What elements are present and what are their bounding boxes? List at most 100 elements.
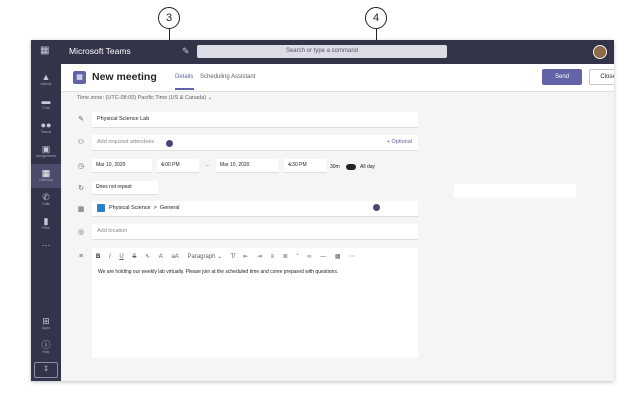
- underline-button[interactable]: U: [119, 254, 123, 260]
- bell-icon: ▲: [41, 72, 51, 82]
- add-people-icon: ⚇: [77, 139, 85, 146]
- rail-item-chat[interactable]: ▬ Chat: [31, 92, 61, 116]
- all-day-toggle[interactable]: [346, 164, 356, 170]
- calendar-icon: ▦: [41, 168, 51, 178]
- meeting-details-text: We are holding our weekly lab virtually.…: [98, 269, 339, 275]
- rail-label: Calendar: [38, 178, 54, 182]
- repeat-dropdown[interactable]: Does not repeat ⌄: [92, 181, 158, 195]
- title-field[interactable]: Physical Science Lab: [92, 112, 418, 128]
- timezone-selector[interactable]: Time zone: (UTC-08:00) Pacific Time (US …: [77, 95, 212, 101]
- location-icon: ◎: [77, 229, 85, 236]
- channel-icon: ▦: [77, 206, 85, 213]
- rail-item-apps[interactable]: ⊞ Apps: [31, 312, 61, 336]
- location-field[interactable]: Add location: [92, 224, 418, 240]
- arrow-right-icon: →: [204, 162, 210, 168]
- app-title: Microsoft Teams: [69, 46, 131, 56]
- strikethrough-button[interactable]: S: [132, 254, 136, 260]
- tab-details[interactable]: Details: [175, 74, 193, 80]
- chevron-down-icon: ⌄: [96, 184, 101, 190]
- paragraph-label: Paragraph: [187, 254, 216, 260]
- title-bar: ▦ Microsoft Teams ✎ Search or type a com…: [31, 40, 614, 64]
- attendees-placeholder: Add required attendees: [97, 139, 155, 145]
- rail-label: Teams: [40, 130, 52, 134]
- divider-icon[interactable]: —: [320, 254, 326, 260]
- clock-icon: ◷: [77, 163, 85, 170]
- schedule-preview: [454, 184, 576, 198]
- bold-button[interactable]: B: [96, 254, 100, 260]
- rail-item-teams[interactable]: ●● Teams: [31, 116, 61, 140]
- end-date-value: Mar 10, 2020: [220, 162, 250, 168]
- font-size-icon[interactable]: aA: [171, 254, 178, 260]
- paragraph-dropdown[interactable]: Paragraph ⌄: [187, 253, 222, 260]
- download-icon: ↧: [43, 366, 49, 373]
- file-icon: ▮: [43, 216, 49, 226]
- indent-icon[interactable]: ⇥: [257, 253, 262, 260]
- page-title: New meeting: [92, 71, 157, 83]
- chat-icon: ▬: [41, 96, 51, 106]
- outdent-icon[interactable]: ⇤: [243, 253, 248, 260]
- end-date-picker[interactable]: Mar 10, 2020: [216, 159, 278, 173]
- chevron-down-icon: ⌄: [288, 162, 293, 168]
- quote-icon[interactable]: ”: [297, 254, 299, 260]
- compose-icon[interactable]: ✎: [182, 46, 190, 57]
- assignments-icon: ▣: [41, 144, 51, 154]
- italic-button[interactable]: I: [109, 254, 111, 260]
- clear-format-icon[interactable]: T̸: [231, 254, 235, 260]
- title-value: Physical Science Lab: [97, 116, 150, 122]
- all-day-label: All day: [360, 164, 376, 170]
- channel-team: Physical Science: [109, 205, 151, 211]
- chevron-down-icon: ⌄: [161, 162, 166, 168]
- details-icon: ≡: [78, 253, 84, 260]
- close-button[interactable]: Close: [589, 69, 614, 85]
- help-icon: ⓘ: [41, 340, 51, 350]
- end-time-picker[interactable]: 4:30 PM ⌄: [284, 159, 326, 173]
- start-time-picker[interactable]: 4:00 PM ⌄: [157, 159, 199, 173]
- teams-icon: ●●: [40, 120, 52, 130]
- channel-name: General: [159, 205, 180, 211]
- rail-item-assignments[interactable]: ▣ Assignments: [31, 140, 61, 164]
- avatar[interactable]: [593, 45, 607, 59]
- rail-item-more[interactable]: ⋯: [31, 236, 61, 260]
- chevron-down-icon: ⌄: [207, 95, 213, 101]
- more-icon: ⋯: [41, 240, 51, 250]
- meeting-header: ▦ New meeting Details Scheduling Assista…: [61, 64, 614, 92]
- table-icon[interactable]: ▦: [335, 253, 341, 260]
- rail-item-calendar[interactable]: ▦ Calendar: [31, 164, 61, 188]
- location-placeholder: Add location: [97, 228, 128, 234]
- callout-4-marker: [373, 204, 380, 211]
- start-date-value: Mar 10, 2020: [96, 162, 126, 168]
- calendar-icon: ▦: [73, 71, 86, 84]
- rail-item-files[interactable]: ▮ Files: [31, 212, 61, 236]
- phone-icon: ✆: [42, 192, 50, 202]
- rail-label: Files: [42, 226, 50, 230]
- rail-label: Activity: [40, 82, 52, 86]
- numbered-list-icon[interactable]: ≣: [283, 253, 288, 260]
- optional-attendees-link[interactable]: + Optional: [387, 139, 412, 145]
- download-button[interactable]: ↧: [34, 362, 58, 378]
- rail-item-help[interactable]: ⓘ Help: [31, 336, 61, 360]
- rail-item-activity[interactable]: ▲ Activity: [31, 68, 61, 92]
- timezone-label: Time zone: (UTC-08:00) Pacific Time (US …: [77, 95, 207, 101]
- channel-field[interactable]: Physical Science > General: [92, 201, 418, 217]
- rail-label: Chat: [42, 106, 50, 110]
- app-launcher-icon[interactable]: ▦: [40, 45, 49, 56]
- bullet-list-icon[interactable]: ≡: [271, 254, 275, 260]
- search-input[interactable]: Search or type a command: [197, 45, 447, 58]
- rail-item-calls[interactable]: ✆ Calls: [31, 188, 61, 212]
- send-button[interactable]: Send: [542, 69, 582, 85]
- attendees-field[interactable]: Add required attendees + Optional: [92, 135, 418, 151]
- meeting-details-editor[interactable]: B I U S ⇖ A aA Paragraph ⌄ T̸ ⇤ ⇥ ≡ ≣ ” …: [92, 248, 418, 358]
- rail-label: Assignments: [35, 154, 57, 158]
- callout-4: 4: [365, 7, 387, 29]
- more-options-icon[interactable]: ⋯: [349, 253, 355, 260]
- duration-label: 30m: [330, 164, 340, 170]
- teams-window: ▦ Microsoft Teams ✎ Search or type a com…: [31, 40, 614, 381]
- team-icon: [97, 204, 105, 212]
- font-color-icon[interactable]: A: [159, 254, 163, 260]
- tab-scheduling-assistant[interactable]: Scheduling Assistant: [200, 74, 255, 80]
- highlight-icon[interactable]: ⇖: [145, 253, 150, 260]
- link-icon[interactable]: ∞: [307, 254, 311, 260]
- start-date-picker[interactable]: Mar 10, 2020: [92, 159, 152, 173]
- active-tab-indicator: [175, 88, 194, 90]
- app-rail: ▲ Activity ▬ Chat ●● Teams ▣ Assignments…: [31, 64, 61, 381]
